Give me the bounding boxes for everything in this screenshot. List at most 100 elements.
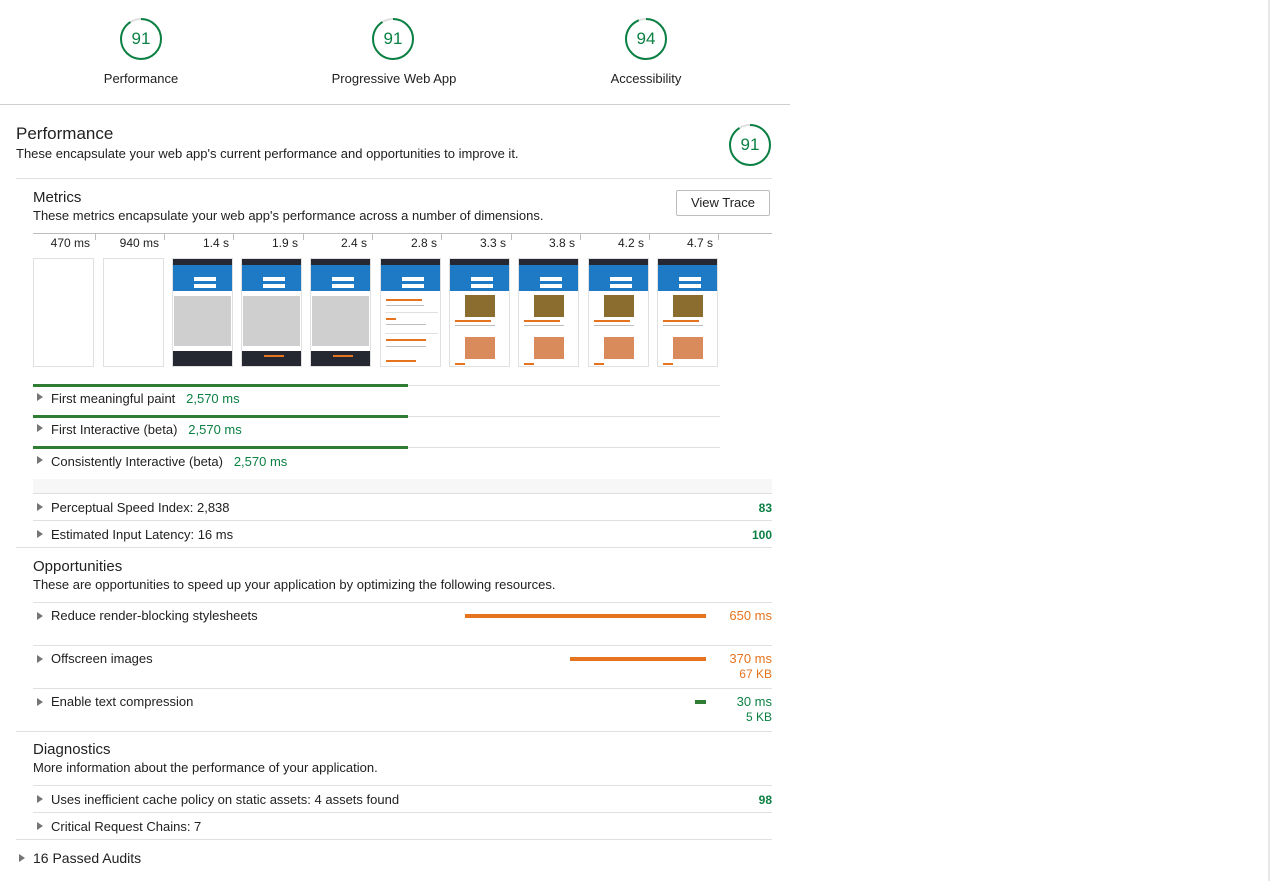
filmstrip-frame-blank <box>103 258 164 367</box>
opportunity-offscreen-images[interactable]: Offscreen images <box>51 651 153 666</box>
metric-value: 2,570 ms <box>233 454 288 469</box>
filmstrip-frame <box>518 258 579 367</box>
filmstrip-frame <box>588 258 649 367</box>
tick-label: 940 ms <box>119 236 159 250</box>
diagnostics-title: Diagnostics <box>33 741 111 758</box>
gauge-value: 91 <box>740 135 760 154</box>
metric-bar <box>33 415 408 418</box>
divider <box>33 645 772 646</box>
gauge-label-performance: Performance <box>103 71 179 86</box>
metrics-title: Metrics <box>33 189 82 206</box>
tick-mark <box>303 234 304 240</box>
metric-row-input-latency[interactable]: Estimated Input Latency: 16 ms <box>51 527 233 542</box>
filmstrip-frame <box>449 258 510 367</box>
divider <box>33 602 772 603</box>
opportunity-time: 30 ms <box>736 694 772 709</box>
tick-label: 2.8 s <box>410 236 437 250</box>
timeline-axis <box>33 233 772 234</box>
opportunity-size: 5 KB <box>745 710 772 724</box>
opportunity-size: 67 KB <box>739 667 772 681</box>
divider <box>33 688 772 689</box>
gauge-value: 91 <box>383 29 403 48</box>
tick-label: 3.3 s <box>479 236 506 250</box>
opportunity-time: 370 ms <box>729 651 772 666</box>
opportunity-bar <box>570 657 706 661</box>
divider <box>16 547 772 548</box>
score-value: 83 <box>758 501 772 515</box>
opportunities-title: Opportunities <box>33 558 123 575</box>
divider <box>33 520 772 521</box>
gauge-value: 91 <box>131 29 151 48</box>
tick-mark <box>441 234 442 240</box>
tick-mark <box>718 234 719 240</box>
expand-triangle-icon[interactable] <box>37 530 43 538</box>
opportunity-text-compression[interactable]: Enable text compression <box>51 694 193 709</box>
tick-mark <box>233 234 234 240</box>
header-divider <box>0 104 790 105</box>
metric-bar <box>33 384 408 387</box>
expand-triangle-icon[interactable] <box>37 393 43 401</box>
expand-triangle-icon[interactable] <box>37 698 43 706</box>
tick-label: 3.8 s <box>548 236 575 250</box>
metric-bar <box>33 446 408 449</box>
diagnostics-description: More information about the performance o… <box>33 760 378 775</box>
diagnostic-cache-policy[interactable]: Uses inefficient cache policy on static … <box>51 792 399 807</box>
section-title: Performance <box>16 124 114 143</box>
tick-label: 1.4 s <box>202 236 229 250</box>
tick-label: 470 ms <box>50 236 90 250</box>
gauge-value: 94 <box>636 29 656 48</box>
tick-label: 4.2 s <box>617 236 644 250</box>
tick-label: 1.9 s <box>271 236 298 250</box>
opportunity-bar <box>465 614 706 618</box>
score-value: 98 <box>758 793 772 807</box>
diagnostic-critical-chains[interactable]: Critical Request Chains: 7 <box>51 819 201 834</box>
tick-mark <box>511 234 512 240</box>
expand-triangle-icon[interactable] <box>37 456 43 464</box>
metric-row-first-interactive[interactable]: First Interactive (beta) 2,570 ms <box>51 422 242 437</box>
expand-triangle-icon[interactable] <box>19 854 25 862</box>
gauge-label-accessibility: Accessibility <box>610 71 682 86</box>
tick-mark <box>580 234 581 240</box>
accessibility-gauge[interactable]: 94 <box>624 17 668 61</box>
expand-triangle-icon[interactable] <box>37 612 43 620</box>
filmstrip-frame <box>380 258 441 367</box>
metric-label: Consistently Interactive (beta) <box>51 454 223 469</box>
divider <box>33 812 772 813</box>
gauge-label-pwa: Progressive Web App <box>331 71 457 86</box>
metric-value: 2,570 ms <box>186 391 240 406</box>
opportunity-time: 650 ms <box>729 608 772 623</box>
score-value: 100 <box>751 528 772 542</box>
metric-value: 2,570 ms <box>188 422 242 437</box>
tick-label: 2.4 s <box>340 236 367 250</box>
expand-triangle-icon[interactable] <box>37 655 43 663</box>
tick-mark <box>372 234 373 240</box>
pwa-gauge[interactable]: 91 <box>371 17 415 61</box>
divider <box>16 731 772 732</box>
spacer <box>33 479 772 493</box>
section-description: These encapsulate your web app's current… <box>16 146 519 161</box>
view-trace-button[interactable]: View Trace <box>676 190 770 216</box>
expand-triangle-icon[interactable] <box>37 795 43 803</box>
tick-mark <box>95 234 96 240</box>
opportunity-render-blocking[interactable]: Reduce render-blocking stylesheets <box>51 608 258 623</box>
metric-label: First Interactive (beta) <box>51 422 178 437</box>
metrics-description: These metrics encapsulate your web app's… <box>33 208 544 223</box>
divider <box>16 178 772 179</box>
expand-triangle-icon[interactable] <box>37 822 43 830</box>
filmstrip-frame <box>241 258 302 367</box>
expand-triangle-icon[interactable] <box>37 424 43 432</box>
performance-gauge[interactable]: 91 <box>119 17 163 61</box>
metric-label: First meaningful paint <box>51 391 176 406</box>
expand-triangle-icon[interactable] <box>37 503 43 511</box>
passed-audits-toggle[interactable]: 16 Passed Audits <box>33 850 141 866</box>
tick-label: 4.7 s <box>686 236 713 250</box>
metric-row-speed-index[interactable]: Perceptual Speed Index: 2,838 <box>51 500 230 515</box>
tick-mark <box>164 234 165 240</box>
metric-row-consistently-interactive[interactable]: Consistently Interactive (beta) 2,570 ms <box>51 454 287 469</box>
metric-row-fmp[interactable]: First meaningful paint 2,570 ms <box>51 391 240 406</box>
tick-mark <box>649 234 650 240</box>
filmstrip-frame-blank <box>33 258 94 367</box>
divider <box>33 785 772 786</box>
filmstrip-frame <box>657 258 718 367</box>
divider <box>16 839 772 840</box>
